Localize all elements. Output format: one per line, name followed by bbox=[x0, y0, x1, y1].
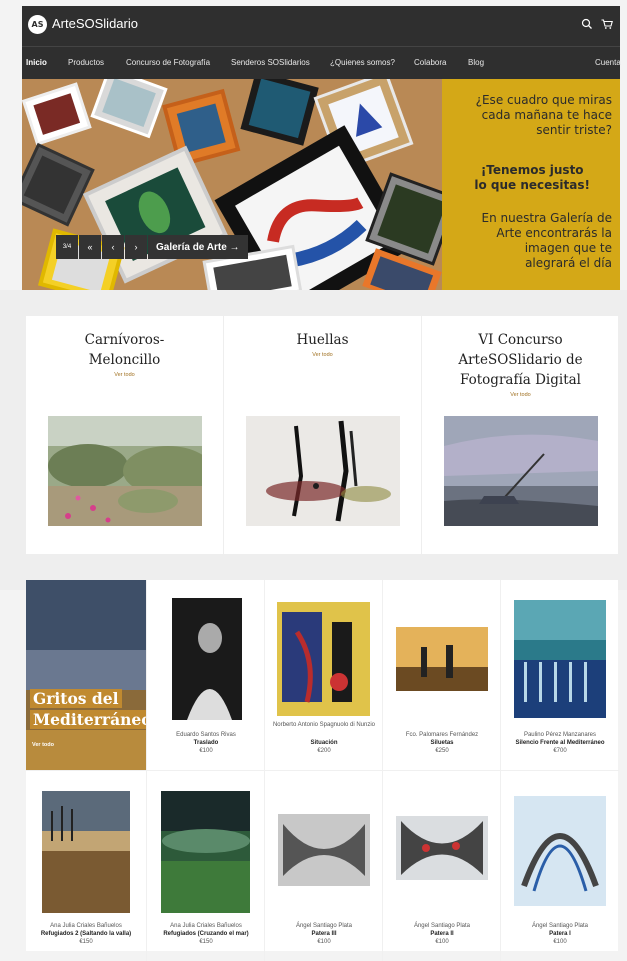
product-artist: Ana Julia Criales Bañuelos bbox=[170, 923, 242, 929]
hero-question: ¿Ese cuadro que miras cada mañana te hace… bbox=[475, 93, 612, 137]
view-all-link[interactable]: Ver todo bbox=[26, 372, 223, 378]
collection-image[interactable] bbox=[444, 416, 598, 526]
product-title[interactable]: Situación bbox=[265, 740, 383, 747]
nav-colabora[interactable]: Colabora bbox=[414, 58, 446, 67]
product-title[interactable]: Patera I bbox=[501, 931, 619, 938]
product-price: €100 bbox=[553, 939, 567, 945]
view-all-link[interactable]: Ver todo bbox=[422, 392, 619, 398]
collection-title[interactable]: Huellas bbox=[224, 330, 421, 350]
hero-text-panel: ¿Ese cuadro que miras cada mañana te hace… bbox=[442, 79, 620, 290]
product-image[interactable] bbox=[396, 816, 488, 880]
nav-blog[interactable]: Blog bbox=[468, 58, 484, 67]
product-card[interactable]: Ana Julia Criales Bañuelos Refugiados (C… bbox=[146, 770, 265, 961]
product-artist: Ángel Santiago Plata bbox=[531, 923, 589, 929]
product-image[interactable] bbox=[278, 814, 370, 886]
header-bar: AS ArteSOSlidario bbox=[22, 6, 620, 46]
product-artist: Fco. Palomares Fernández bbox=[405, 732, 479, 738]
product-image[interactable] bbox=[514, 600, 606, 718]
product-price: €250 bbox=[435, 748, 449, 754]
product-price: €100 bbox=[435, 939, 449, 945]
product-image[interactable] bbox=[514, 796, 606, 906]
nav-senderos[interactable]: Senderos SOSlidarios bbox=[231, 58, 310, 67]
product-image[interactable] bbox=[161, 791, 250, 913]
prev-slide-button[interactable]: ‹ bbox=[102, 235, 124, 259]
first-slide-button[interactable]: « bbox=[79, 235, 101, 259]
product-artist: Ana Julia Criales Bañuelos bbox=[50, 923, 122, 929]
hero-description: En nuestra Galería de Arte encontrarás la… bbox=[481, 211, 612, 270]
collection-image[interactable] bbox=[246, 416, 400, 526]
product-title[interactable]: Patera II bbox=[383, 931, 501, 938]
product-card[interactable]: Ángel Santiago Plata Patera II €100 bbox=[382, 770, 501, 961]
slideshow-controls: 3/4 « ‹ › Galería de Arte → bbox=[56, 235, 248, 259]
product-title[interactable]: Siluetas bbox=[383, 740, 501, 747]
logo[interactable]: AS bbox=[28, 15, 47, 34]
next-slide-button[interactable]: › bbox=[125, 235, 147, 259]
product-price: €200 bbox=[317, 748, 331, 754]
product-artist: Ángel Santiago Plata bbox=[413, 923, 471, 929]
cart-icon[interactable] bbox=[600, 17, 614, 31]
product-image[interactable] bbox=[396, 627, 488, 691]
product-artist: Norberto Antonio Spagnuolo di Nunzio bbox=[272, 722, 376, 728]
gallery-button[interactable]: Galería de Arte → bbox=[148, 235, 248, 259]
product-title[interactable]: Refugiados (Cruzando el mar) bbox=[147, 931, 265, 938]
product-price: €700 bbox=[553, 748, 567, 754]
product-image[interactable] bbox=[172, 598, 242, 720]
products-grid: Gritos del Mediterráneo Ver todo Eduardo … bbox=[26, 580, 619, 961]
product-card[interactable]: Norberto Antonio Spagnuolo di Nunzio Sit… bbox=[264, 580, 383, 770]
product-card[interactable]: Ángel Santiago Plata Patera I €100 bbox=[500, 770, 619, 961]
product-title[interactable]: Traslado bbox=[147, 740, 265, 747]
slide-counter: 3/4 bbox=[56, 235, 78, 259]
hero-slideshow[interactable]: ¿Ese cuadro que miras cada mañana te hace… bbox=[22, 79, 620, 290]
product-price: €150 bbox=[79, 939, 93, 945]
product-price: €100 bbox=[199, 748, 213, 754]
product-artist: Eduardo Santos Rivas bbox=[176, 732, 236, 738]
view-all-link[interactable]: Ver todo bbox=[32, 742, 54, 748]
nav-cuenta[interactable]: Cuenta bbox=[595, 58, 621, 67]
featured-collection[interactable]: Gritos del Mediterráneo Ver todo bbox=[26, 580, 146, 770]
collection-card[interactable]: Huellas Ver todo bbox=[223, 316, 421, 554]
product-card[interactable]: Fco. Palomares Fernández Siluetas €250 bbox=[382, 580, 501, 770]
hero-answer: ¡Tenemos justo lo que necesitas! bbox=[474, 163, 590, 192]
product-title[interactable]: Silencio Frente al Mediterráneo bbox=[501, 740, 619, 747]
product-card[interactable]: Eduardo Santos Rivas Traslado €100 bbox=[146, 580, 265, 770]
collection-image[interactable] bbox=[48, 416, 202, 526]
collection-card[interactable]: VI Concurso ArteSOSlidario de Fotografía… bbox=[421, 316, 619, 554]
featured-title[interactable]: Gritos del Mediterráneo bbox=[30, 688, 146, 730]
product-card[interactable]: Ana Julia Criales Bañuelos Refugiados 2 … bbox=[26, 770, 146, 961]
product-card[interactable]: Paulino Pérez Manzanares Silencio Frente… bbox=[500, 580, 619, 770]
product-card[interactable]: Ángel Santiago Plata Patera III €100 bbox=[264, 770, 383, 961]
product-price: €150 bbox=[199, 939, 213, 945]
product-price: €100 bbox=[317, 939, 331, 945]
main-nav: Inicio Productos Concurso de Fotografía … bbox=[22, 46, 621, 80]
nav-productos[interactable]: Productos bbox=[68, 58, 104, 67]
collection-card[interactable]: Carnívoros-Meloncillo Ver todo bbox=[26, 316, 223, 554]
nav-inicio[interactable]: Inicio bbox=[26, 58, 47, 67]
product-image[interactable] bbox=[42, 791, 130, 913]
view-all-link[interactable]: Ver todo bbox=[224, 352, 421, 358]
product-image[interactable] bbox=[277, 602, 370, 716]
collection-title[interactable]: Carnívoros-Meloncillo bbox=[56, 330, 193, 370]
product-artist: Paulino Pérez Manzanares bbox=[523, 732, 597, 738]
brand-name[interactable]: ArteSOSlidario bbox=[52, 16, 138, 31]
product-title[interactable]: Refugiados 2 (Saltando la valla) bbox=[26, 931, 146, 938]
search-icon[interactable] bbox=[580, 17, 594, 31]
nav-quienes-somos[interactable]: ¿Quienes somos? bbox=[330, 58, 395, 67]
collections-section: Carnívoros-Meloncillo Ver todo Huellas V… bbox=[26, 316, 618, 554]
product-title[interactable]: Patera III bbox=[265, 931, 383, 938]
product-artist: Ángel Santiago Plata bbox=[295, 923, 353, 929]
nav-concurso[interactable]: Concurso de Fotografía bbox=[126, 58, 210, 67]
collection-title[interactable]: VI Concurso ArteSOSlidario de Fotografía… bbox=[432, 330, 609, 390]
